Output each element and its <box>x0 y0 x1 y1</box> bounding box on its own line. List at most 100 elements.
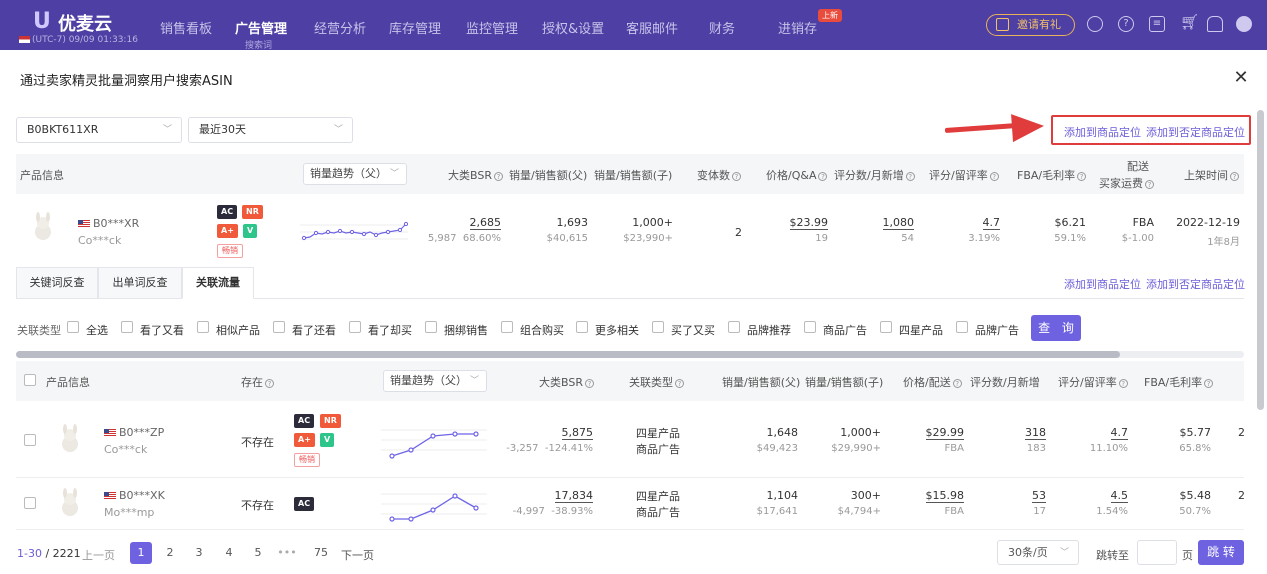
help-icon: ? <box>989 171 999 181</box>
row-reviews-cell: 53 17 <box>1032 489 1046 517</box>
list-sales-trend-select[interactable]: 销量趋势（父） ﹀ <box>383 370 487 392</box>
filter-product-ads-label: 商品广告 <box>823 324 867 337</box>
add-to-product-targeting-link[interactable]: 添加到商品定位 <box>1064 124 1141 140</box>
close-icon[interactable]: ✕ <box>1232 67 1250 88</box>
add-to-negative-targeting-link-2[interactable]: 添加到否定商品定位 <box>1146 276 1245 292</box>
badge-bestseller: 畅销 <box>217 244 243 258</box>
checkbox-select-all-rows[interactable] <box>24 374 36 386</box>
product-age: 1年8月 <box>1207 237 1240 248</box>
date-range-select[interactable]: 最近30天 ﹀ <box>188 117 353 143</box>
row-sales-parent: 1,104 <box>766 489 799 502</box>
row-asin-text[interactable]: B0***XK <box>119 489 165 502</box>
row-fba: $5.48 <box>1179 489 1212 502</box>
tab-related-traffic[interactable]: 关联流量 <box>182 267 254 299</box>
bell-icon[interactable] <box>1207 16 1223 32</box>
sales-trend-label: 销量趋势（父） <box>310 167 387 180</box>
checkbox-viewed[interactable] <box>121 321 133 333</box>
page-1[interactable]: 1 <box>130 542 152 564</box>
row-asin-text[interactable]: B0***ZP <box>119 426 164 439</box>
page-4[interactable]: 4 <box>218 542 240 564</box>
page-3[interactable]: 3 <box>188 542 210 564</box>
vertical-scrollbar[interactable] <box>1257 110 1264 410</box>
add-to-negative-targeting-link[interactable]: 添加到否定商品定位 <box>1146 124 1245 140</box>
nav-item-mail[interactable]: 客服邮件 <box>626 18 678 37</box>
checkbox-brand-ads[interactable] <box>956 321 968 333</box>
row-checkbox[interactable] <box>24 434 36 446</box>
checkbox-bundle[interactable] <box>425 321 437 333</box>
pager-prev[interactable]: 上一页 <box>82 547 115 563</box>
filter-type-label: 关联类型 <box>17 324 61 337</box>
checkbox-similar[interactable] <box>197 321 209 333</box>
product-sales-child-cell: 1,000+ $23,990+ <box>623 216 673 244</box>
nav-item-monitor[interactable]: 监控管理 <box>466 18 518 37</box>
product-margin: 59.1% <box>1054 233 1086 244</box>
row-sales-child: 1,000+ <box>840 426 881 439</box>
help-icon[interactable]: ? <box>1118 16 1134 32</box>
nav-item-ads[interactable]: 广告管理 <box>235 18 287 37</box>
cart-icon[interactable]: 🛒︎ <box>1180 15 1199 32</box>
user-avatar-icon[interactable] <box>1236 16 1252 32</box>
nav-item-analysis[interactable]: 经营分析 <box>314 18 366 37</box>
scrollbar-thumb[interactable] <box>16 351 1120 358</box>
row-reviews-new: 17 <box>1033 506 1046 517</box>
jump-button[interactable]: 跳 转 <box>1198 540 1244 565</box>
checkbox-brand-rec[interactable] <box>728 321 740 333</box>
row-price-cell: $15.98 FBA <box>925 489 964 517</box>
list-col-fba-label: FBA/毛利率 <box>1144 376 1203 389</box>
product-variants: 2 <box>735 226 742 239</box>
pager-next[interactable]: 下一页 <box>341 547 374 563</box>
row-rev-parent: $17,641 <box>756 506 798 517</box>
sales-trend-select[interactable]: 销量趋势（父） ﹀ <box>303 163 407 185</box>
checkbox-four-star[interactable] <box>880 321 892 333</box>
pager-range: 1-30 <box>17 547 42 560</box>
page-5[interactable]: 5 <box>247 542 269 564</box>
query-button[interactable]: 查 询 <box>1031 315 1081 341</box>
checkbox-also-viewed[interactable] <box>273 321 285 333</box>
row-rel-types: 四星产品 商品广告 <box>636 426 680 458</box>
checkbox-product-ads[interactable] <box>804 321 816 333</box>
list-col-product-info: 产品信息 <box>46 376 90 389</box>
product-asin-text[interactable]: B0***XR <box>93 217 139 230</box>
page-size-select[interactable]: 30条/页 ﹀ <box>997 540 1079 565</box>
add-to-product-targeting-link-2[interactable]: 添加到商品定位 <box>1064 276 1141 292</box>
asin-select[interactable]: B0BKT611XR ﹀ <box>16 117 182 143</box>
logo-icon: U <box>33 9 51 34</box>
nav-item-settings[interactable]: 授权&设置 <box>542 18 604 37</box>
row-bsr-delta: -4,997 <box>512 506 545 517</box>
checkbox-bought-also[interactable] <box>652 321 664 333</box>
page-ellipsis[interactable]: ••• <box>276 542 298 564</box>
col-sales-parent: 销量/销售额(父) <box>509 167 587 183</box>
page-unit-label: 页 <box>1182 549 1193 562</box>
row-sales-parent-cell: 1,648 $49,423 <box>757 426 798 454</box>
nav-item-inventory[interactable]: 库存管理 <box>389 18 441 37</box>
tab-order-keyword[interactable]: 出单词反查 <box>98 267 182 299</box>
tab-keyword-reverse[interactable]: 关键词反查 <box>16 267 98 299</box>
row-price-cell: $29.99 FBA <box>925 426 964 454</box>
product-sales-child: 1,000+ <box>632 216 673 229</box>
row-checkbox[interactable] <box>24 497 36 509</box>
checkbox-viewed-bought[interactable] <box>349 321 361 333</box>
page-2[interactable]: 2 <box>159 542 181 564</box>
horizontal-scrollbar[interactable] <box>16 351 1244 358</box>
nav-item-sales-dashboard[interactable]: 销售看板 <box>160 18 212 37</box>
support-icon[interactable] <box>1087 16 1103 32</box>
page-75[interactable]: 75 <box>310 542 332 564</box>
row-sales-sparkline <box>381 429 487 459</box>
invite-button[interactable]: 邀请有礼 <box>986 14 1075 36</box>
col-fba: FBA/毛利率? <box>1017 167 1087 183</box>
filter-brand-rec-label: 品牌推荐 <box>747 324 791 337</box>
nav-item-finance[interactable]: 财务 <box>709 18 735 37</box>
checkbox-combo[interactable] <box>501 321 513 333</box>
checkbox-more[interactable] <box>576 321 588 333</box>
filter-bought-also-label: 买了又买 <box>671 324 715 337</box>
help-icon: ? <box>493 171 503 181</box>
checkbox-all[interactable] <box>67 321 79 333</box>
date-range-value: 最近30天 <box>199 123 246 136</box>
nav-item-erp[interactable]: 进销存 <box>778 18 817 37</box>
us-flag-icon <box>78 220 90 228</box>
list-col-rel: 关联类型? <box>629 374 684 390</box>
message-icon[interactable]: ≡ <box>1149 16 1165 32</box>
goto-page-input[interactable] <box>1137 540 1177 565</box>
product-asin: B0***XR <box>78 217 139 230</box>
row-sales-child-cell: 1,000+ $29,990+ <box>831 426 881 454</box>
